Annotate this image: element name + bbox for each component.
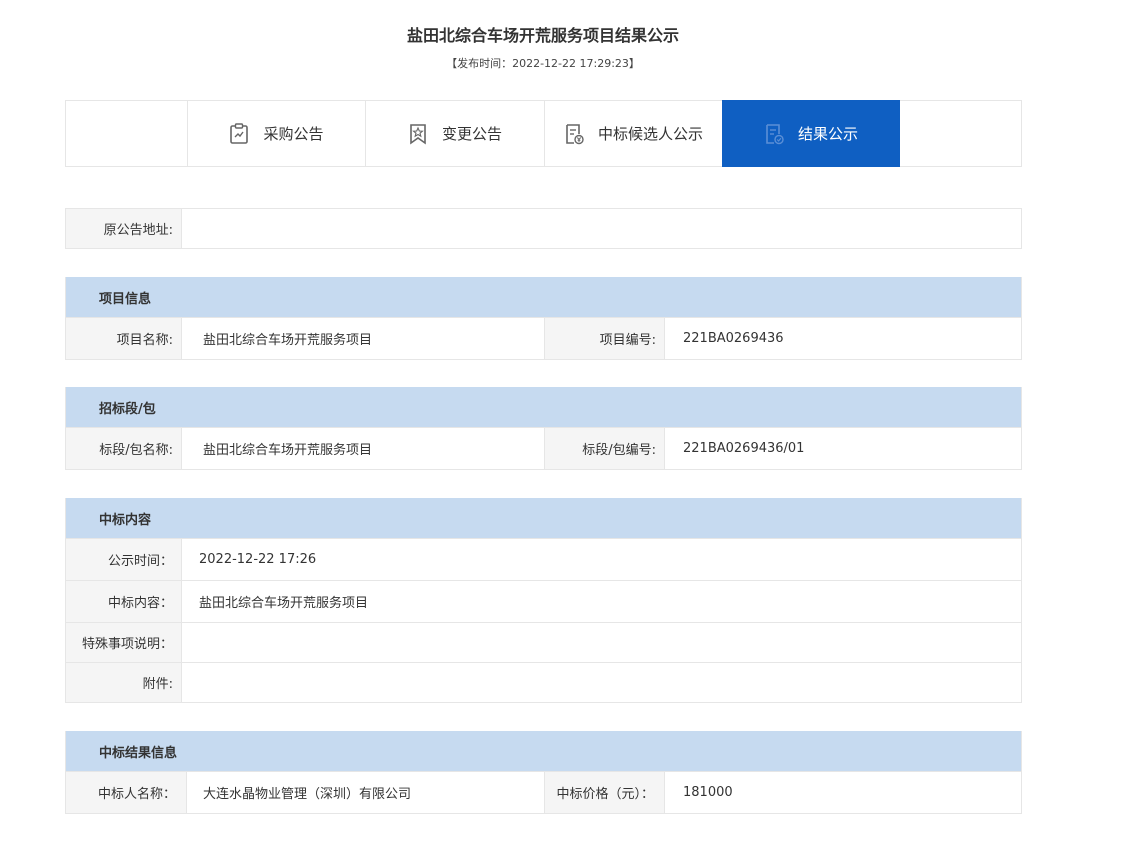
bid-section-section: 招标段/包 标段/包名称: 盐田北综合车场开荒服务项目 标段/包编号: 221B… — [65, 387, 1022, 470]
project-code-label: 项目编号: — [544, 318, 665, 359]
announce-time-label: 公示时间： — [66, 539, 182, 580]
winner-name-value: 大连水晶物业管理（深圳）有限公司 — [203, 787, 412, 802]
bid-section-name-label: 标段/包名称: — [66, 428, 182, 469]
project-code-value: 221BA0269436 — [683, 331, 784, 346]
award-price-value: 181000 — [683, 785, 733, 800]
section-heading: 招标段/包 — [66, 387, 1021, 427]
section-heading: 项目信息 — [66, 277, 1021, 317]
original-notice-link[interactable] — [182, 209, 1021, 248]
project-info-row: 项目名称: 盐田北综合车场开荒服务项目 项目编号: 221BA0269436 — [66, 317, 1021, 359]
tab-procurement-notice[interactable]: 采购公告 — [187, 101, 365, 166]
document-check-icon — [766, 123, 784, 144]
tab-label: 中标候选人公示 — [597, 125, 703, 143]
special-notes-value — [182, 623, 1021, 662]
bid-section-row: 标段/包名称: 盐田北综合车场开荒服务项目 标段/包编号: 221BA02694… — [66, 427, 1021, 469]
tab-candidate-notice[interactable]: 中标候选人公示 — [544, 101, 722, 166]
award-content-row: 中标内容： 盐田北综合车场开荒服务项目 — [66, 580, 1021, 622]
section-heading: 中标结果信息 — [66, 731, 1021, 771]
award-content-value: 盐田北综合车场开荒服务项目 — [199, 596, 369, 611]
section-heading: 中标内容 — [66, 498, 1021, 538]
document-yen-icon — [566, 123, 584, 144]
bid-section-code-value: 221BA0269436/01 — [683, 441, 805, 456]
tab-label: 结果公示 — [797, 125, 858, 143]
original-notice-label: 原公告地址: — [66, 209, 182, 248]
award-price-label: 中标价格（元）： — [544, 772, 665, 813]
attachment-label: 附件: — [66, 663, 182, 702]
page-title: 盐田北综合车场开荒服务项目结果公示 — [406, 26, 679, 45]
attachment-row: 附件: — [66, 662, 1021, 702]
bid-section-code-label: 标段/包编号: — [544, 428, 665, 469]
tab-result-notice[interactable]: 结果公示 — [722, 100, 900, 167]
bid-section-name-value: 盐田北综合车场开荒服务项目 — [203, 443, 373, 458]
clipboard-icon — [230, 122, 249, 144]
publish-time: 【发布时间：2022-12-22 17:29:23】 — [446, 57, 640, 70]
project-info-section: 项目信息 项目名称: 盐田北综合车场开荒服务项目 项目编号: 221BA0269… — [65, 277, 1022, 360]
special-notes-row: 特殊事项说明： — [66, 622, 1021, 662]
project-name-value: 盐田北综合车场开荒服务项目 — [203, 333, 373, 348]
attachment-value[interactable] — [182, 663, 1021, 702]
bookmark-star-icon — [410, 123, 426, 145]
tab-label: 采购公告 — [263, 125, 324, 143]
original-notice-row: 原公告地址: — [65, 208, 1022, 249]
tab-change-notice[interactable]: 变更公告 — [365, 101, 544, 166]
award-content-section: 中标内容 公示时间： 2022-12-22 17:26 中标内容： 盐田北综合车… — [65, 498, 1022, 703]
award-content-label: 中标内容： — [66, 581, 182, 622]
announce-time-row: 公示时间： 2022-12-22 17:26 — [66, 538, 1021, 580]
special-notes-label: 特殊事项说明： — [66, 623, 182, 662]
notice-tabs: 采购公告 变更公告 中标候选人公示 结果公示 — [65, 100, 1022, 167]
tab-label: 变更公告 — [441, 125, 502, 143]
winner-name-label: 中标人名称： — [66, 772, 187, 813]
award-result-section: 中标结果信息 中标人名称： 大连水晶物业管理（深圳）有限公司 中标价格（元）： … — [65, 731, 1022, 814]
project-name-label: 项目名称: — [66, 318, 182, 359]
announce-time-value: 2022-12-22 17:26 — [199, 552, 317, 567]
award-result-row: 中标人名称： 大连水晶物业管理（深圳）有限公司 中标价格（元）： 181000 — [66, 771, 1021, 813]
